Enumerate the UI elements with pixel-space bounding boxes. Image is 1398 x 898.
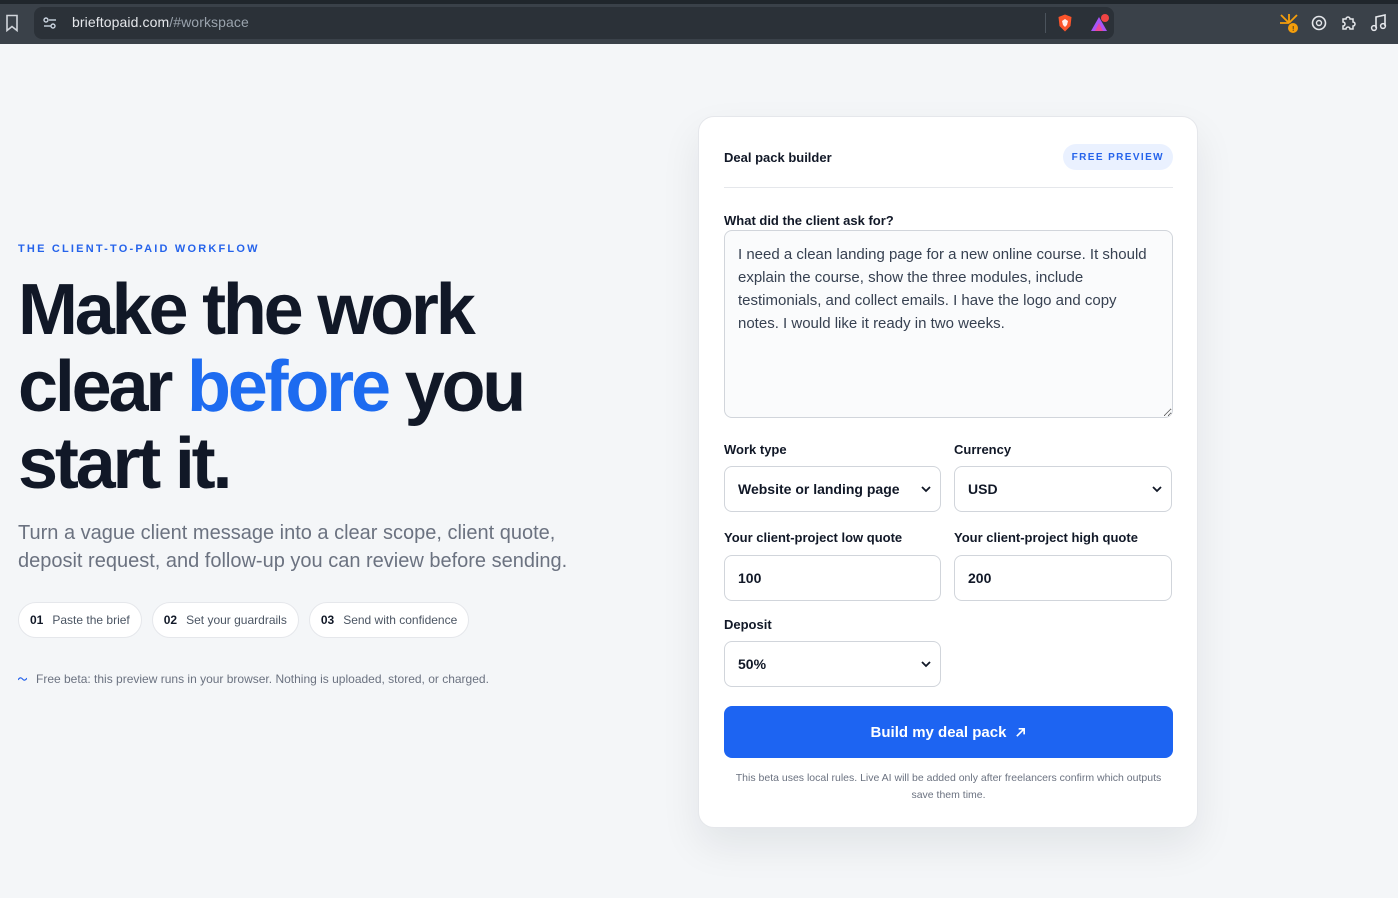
svg-text:!: ! xyxy=(1292,25,1295,33)
media-music-icon[interactable] xyxy=(1368,12,1390,34)
client-brief-textarea[interactable]: I need a clean landing page for a new on… xyxy=(724,230,1173,418)
deposit-label: Deposit xyxy=(724,617,772,632)
hero-subcopy: Turn a vague client message into a clear… xyxy=(18,522,568,572)
chevron-down-icon xyxy=(1152,486,1162,493)
brief-label: What did the client ask for? xyxy=(724,213,894,228)
headline-you: you xyxy=(387,347,527,427)
hero-headline: Make the work clear before you start it. xyxy=(18,272,658,503)
headline-line-1: Make the work xyxy=(18,270,476,350)
brave-rewards-icon[interactable] xyxy=(1088,13,1110,35)
headline-accent: before xyxy=(186,347,391,427)
currency-value: USD xyxy=(968,481,998,497)
brave-shield-icon[interactable] xyxy=(1055,13,1075,33)
free-preview-badge: FREE PREVIEW xyxy=(1062,144,1173,170)
step-label: Set your guardrails xyxy=(186,613,287,627)
step-number: 03 xyxy=(320,613,335,627)
deposit-value: 50% xyxy=(738,656,767,672)
openai-icon[interactable] xyxy=(1308,12,1330,34)
url-host: brieftopaid.com xyxy=(72,14,170,30)
builder-footnote: This beta uses local rules. Live AI will… xyxy=(735,772,1162,801)
arrow-up-right-icon xyxy=(1016,727,1026,737)
deposit-select[interactable]: 50% xyxy=(724,641,941,687)
chevron-down-icon xyxy=(921,486,931,493)
url-path: /#workspace xyxy=(169,14,249,30)
card-header: Deal pack builder FREE PREVIEW xyxy=(724,141,1173,188)
beta-note-text: Free beta: this preview runs in your bro… xyxy=(36,672,489,686)
url-text[interactable]: brieftopaid.com/#workspace xyxy=(72,14,249,30)
step-number: 01 xyxy=(30,613,44,627)
currency-select[interactable]: USD xyxy=(954,466,1172,512)
low-quote-input[interactable]: 100 xyxy=(724,555,941,601)
high-quote-label: Your client-project high quote xyxy=(954,530,1138,545)
extension-icons: ! xyxy=(1278,12,1390,34)
deal-pack-builder-card: Deal pack builder FREE PREVIEW What did … xyxy=(698,116,1198,828)
step-label: Send with confidence xyxy=(343,613,458,627)
site-settings-icon[interactable] xyxy=(42,15,58,31)
currency-label: Currency xyxy=(954,442,1012,457)
card-title: Deal pack builder xyxy=(724,150,832,165)
step-paste-brief: 01 Paste the brief xyxy=(18,602,142,638)
address-bar[interactable]: brieftopaid.com/#workspace xyxy=(34,7,1114,39)
step-label: Paste the brief xyxy=(52,613,130,627)
wave-icon xyxy=(18,677,27,681)
hero-eyebrow: THE CLIENT-TO-PAID WORKFLOW xyxy=(18,243,260,255)
bookmark-icon[interactable] xyxy=(4,14,20,32)
step-set-guardrails: 02 Set your guardrails xyxy=(151,602,299,638)
headline-clear: clear xyxy=(18,347,187,427)
work-type-label: Work type xyxy=(724,442,787,457)
work-type-value: Website or landing page xyxy=(738,481,900,497)
extensions-puzzle-icon[interactable] xyxy=(1338,12,1360,34)
workflow-steps: 01 Paste the brief 02 Set your guardrail… xyxy=(18,602,470,638)
work-type-select[interactable]: Website or landing page xyxy=(724,466,941,512)
headline-line-3: start it. xyxy=(18,424,232,504)
build-deal-pack-button[interactable]: Build my deal pack xyxy=(724,706,1173,758)
brave-extension-icon[interactable]: ! xyxy=(1278,12,1300,34)
high-quote-input[interactable]: 200 xyxy=(954,555,1172,601)
build-button-label: Build my deal pack xyxy=(870,723,1007,741)
beta-note: Free beta: this preview runs in your bro… xyxy=(18,672,489,686)
chevron-down-icon xyxy=(921,661,931,668)
browser-toolbar: brieftopaid.com/#workspace ! xyxy=(0,0,1398,44)
step-send-confidence: 03 Send with confidence xyxy=(308,602,470,638)
low-quote-label: Your client-project low quote xyxy=(724,530,903,545)
omnibox-divider xyxy=(1045,13,1046,33)
step-number: 02 xyxy=(163,613,178,627)
